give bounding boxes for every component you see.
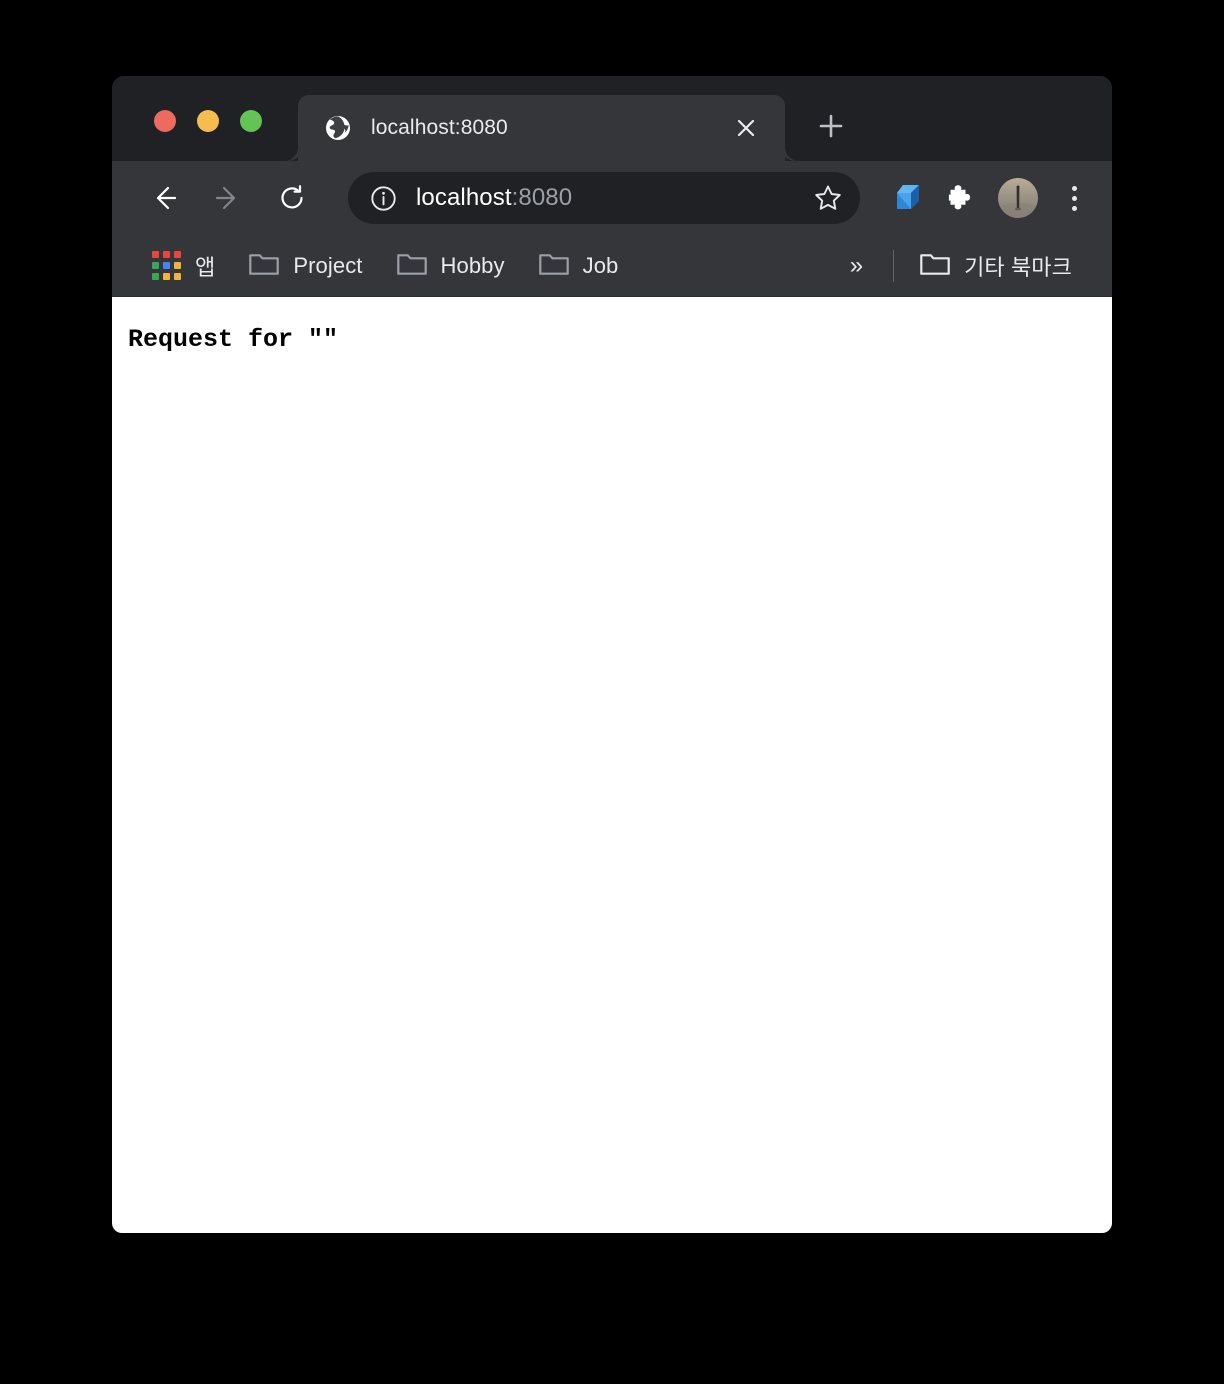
menu-dot <box>1071 185 1077 191</box>
apps-cell <box>174 273 181 280</box>
bookmark-label: Hobby <box>440 252 505 278</box>
minimize-window-button[interactable] <box>197 110 219 132</box>
reload-button[interactable] <box>270 176 314 220</box>
address-bar[interactable]: localhost:8080 <box>348 172 860 224</box>
back-button[interactable] <box>142 176 186 220</box>
menu-dot <box>1071 205 1077 211</box>
bookmark-label: Project <box>293 252 363 278</box>
tab-title: localhost:8080 <box>371 116 508 139</box>
tab-strip: localhost:8080 <box>112 76 1112 161</box>
page-body-text: Request for "" <box>128 325 339 354</box>
bookmarks-bar-right: » 기타 북마크 <box>836 246 1096 286</box>
globe-icon <box>324 114 352 142</box>
bookmark-star-icon[interactable] <box>806 176 850 220</box>
tab-localhost[interactable]: localhost:8080 <box>284 95 799 161</box>
bookmark-apps[interactable]: 앱 <box>142 246 225 286</box>
apps-cell <box>174 251 181 258</box>
address-bar-path: :8080 <box>511 184 573 211</box>
info-circle-icon[interactable] <box>368 183 398 213</box>
dart-extension-icon[interactable] <box>888 177 930 219</box>
apps-cell <box>163 262 170 269</box>
profile-avatar[interactable] <box>998 178 1038 218</box>
browser-toolbar: localhost:8080 <box>112 161 1112 235</box>
bookmark-other-bookmarks[interactable]: 기타 북마크 <box>910 246 1082 286</box>
bookmark-folder-project[interactable]: Project <box>239 246 372 286</box>
bookmark-label: Job <box>582 252 619 278</box>
bookmarks-bar: 앱 Project Hobby Job » 기타 북마크 <box>112 235 1112 297</box>
tab-close-button[interactable] <box>729 111 763 145</box>
bookmark-other-bookmarks-label: 기타 북마크 <box>964 254 1072 280</box>
bookmark-folder-job[interactable]: Job <box>529 246 629 286</box>
apps-cell <box>152 251 159 258</box>
page-viewport: Request for "" <box>112 297 1112 1233</box>
browser-window: localhost:8080 localhost:8080 앱 Project … <box>112 76 1112 1233</box>
apps-grid-icon <box>152 251 181 280</box>
folder-icon <box>538 251 569 281</box>
new-tab-button[interactable] <box>812 107 850 145</box>
bookmark-apps-label: 앱 <box>195 254 216 280</box>
apps-cell <box>152 262 159 269</box>
tab-list: localhost:8080 <box>284 76 799 161</box>
folder-icon <box>396 251 427 281</box>
address-bar-text[interactable]: localhost:8080 <box>416 184 806 212</box>
three-dot-menu-icon[interactable] <box>1054 178 1094 218</box>
address-bar-host: localhost <box>416 184 512 211</box>
bookmarks-overflow-button[interactable]: » <box>836 253 877 278</box>
forward-button[interactable] <box>206 176 250 220</box>
apps-cell <box>163 273 170 280</box>
window-controls <box>154 110 262 132</box>
extensions-puzzle-icon[interactable] <box>940 177 982 219</box>
apps-cell <box>174 262 181 269</box>
menu-dot <box>1071 195 1077 201</box>
folder-icon <box>249 251 280 281</box>
tab-corner-left <box>284 147 298 161</box>
close-window-button[interactable] <box>154 110 176 132</box>
apps-cell <box>163 251 170 258</box>
bookmark-folder-hobby[interactable]: Hobby <box>387 246 515 286</box>
tab-corner-right <box>785 147 799 161</box>
apps-cell <box>152 273 159 280</box>
maximize-window-button[interactable] <box>240 110 262 132</box>
folder-icon <box>920 251 950 281</box>
bookmarks-divider <box>893 249 895 282</box>
